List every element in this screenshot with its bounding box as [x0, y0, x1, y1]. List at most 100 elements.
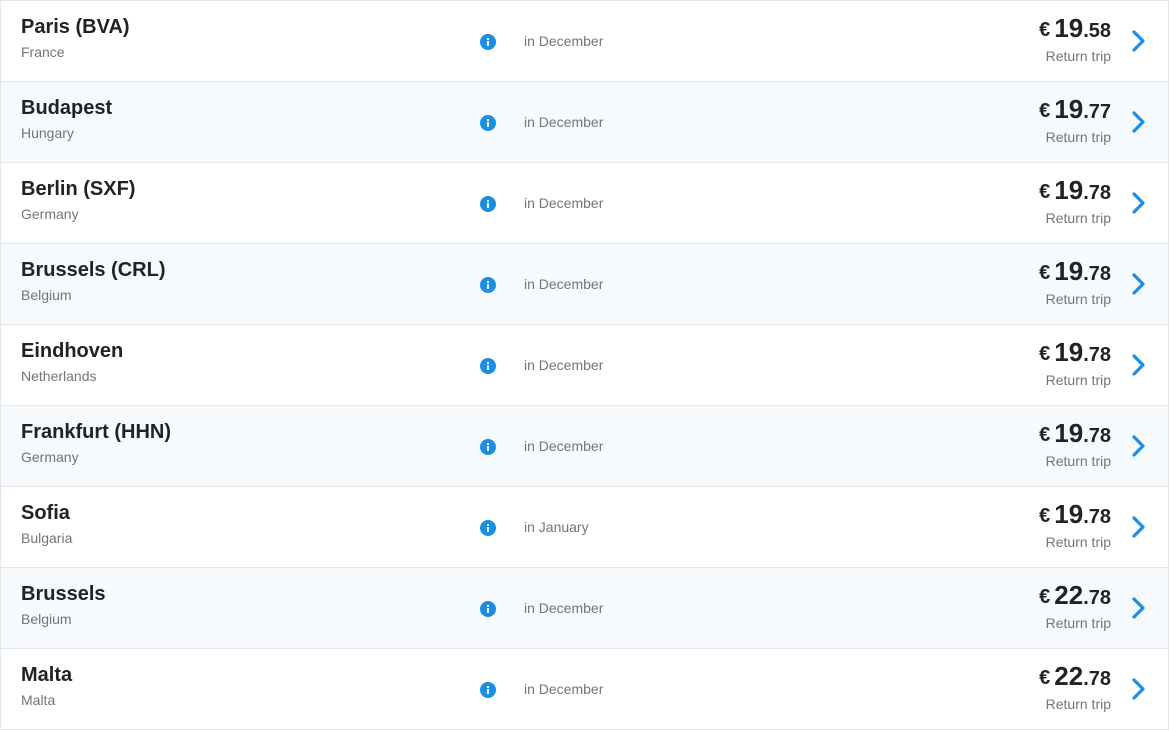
travel-period: in December [524, 681, 604, 697]
price: €19.78 [1039, 258, 1111, 284]
travel-period: in December [524, 195, 604, 211]
price-currency: € [1039, 505, 1051, 527]
destination-city: Brussels (CRL) [21, 259, 166, 281]
price-integer: 19 [1054, 499, 1084, 529]
price-decimal: .78 [1083, 344, 1111, 366]
price: €19.78 [1039, 501, 1111, 527]
price: €22.78 [1039, 582, 1111, 608]
price: €19.78 [1039, 339, 1111, 365]
trip-type: Return trip [1045, 48, 1111, 64]
price: €19.78 [1039, 177, 1111, 203]
info-icon[interactable] [480, 439, 496, 455]
info-icon[interactable] [480, 520, 496, 536]
destination-row[interactable]: Frankfurt (HHN) Germany in December €19.… [0, 405, 1169, 487]
travel-period: in December [524, 33, 604, 49]
travel-period: in December [524, 276, 604, 292]
destination-city: Eindhoven [21, 340, 124, 362]
destination-row[interactable]: Eindhoven Netherlands in December €19.78… [0, 324, 1169, 406]
destination-country: Netherlands [21, 368, 97, 384]
trip-type: Return trip [1045, 615, 1111, 631]
destination-city: Berlin (SXF) [21, 178, 136, 200]
price-currency: € [1039, 262, 1051, 284]
price-integer: 22 [1054, 580, 1084, 610]
info-icon[interactable] [480, 196, 496, 212]
info-icon[interactable] [480, 115, 496, 131]
destination-country: France [21, 44, 65, 60]
info-icon[interactable] [480, 34, 496, 50]
destination-country: Germany [21, 206, 79, 222]
trip-type: Return trip [1045, 129, 1111, 145]
price: €19.78 [1039, 420, 1111, 446]
destination-row[interactable]: Brussels (CRL) Belgium in December €19.7… [0, 243, 1169, 325]
destination-row[interactable]: Budapest Hungary in December €19.77 Retu… [0, 81, 1169, 163]
destination-country: Malta [21, 692, 56, 708]
price: €19.58 [1039, 15, 1111, 41]
destination-country: Belgium [21, 287, 72, 303]
price-integer: 19 [1054, 175, 1084, 205]
price-decimal: .77 [1083, 101, 1111, 123]
destination-city: Budapest [21, 97, 113, 119]
chevron-right-icon[interactable] [1129, 353, 1149, 377]
price-integer: 22 [1054, 661, 1084, 691]
chevron-right-icon[interactable] [1129, 596, 1149, 620]
travel-period: in December [524, 114, 604, 130]
chevron-right-icon[interactable] [1129, 677, 1149, 701]
trip-type: Return trip [1045, 372, 1111, 388]
price-integer: 19 [1054, 94, 1084, 124]
destination-country: Bulgaria [21, 530, 73, 546]
price-integer: 19 [1054, 418, 1084, 448]
destination-country: Belgium [21, 611, 72, 627]
travel-period: in December [524, 357, 604, 373]
price-currency: € [1039, 19, 1051, 41]
destination-city: Paris (BVA) [21, 16, 130, 38]
price-currency: € [1039, 343, 1051, 365]
info-icon[interactable] [480, 358, 496, 374]
price-currency: € [1039, 100, 1051, 122]
trip-type: Return trip [1045, 453, 1111, 469]
trip-type: Return trip [1045, 696, 1111, 712]
price: €22.78 [1039, 663, 1111, 689]
price-decimal: .78 [1083, 182, 1111, 204]
chevron-right-icon[interactable] [1129, 515, 1149, 539]
destination-city: Brussels [21, 583, 106, 605]
price-currency: € [1039, 181, 1051, 203]
price-integer: 19 [1054, 337, 1084, 367]
info-icon[interactable] [480, 682, 496, 698]
price-decimal: .78 [1083, 587, 1111, 609]
destination-list: Paris (BVA) France in December €19.58 Re… [0, 0, 1169, 731]
travel-period: in December [524, 438, 604, 454]
destination-country: Hungary [21, 125, 74, 141]
info-icon[interactable] [480, 601, 496, 617]
chevron-right-icon[interactable] [1129, 110, 1149, 134]
price-currency: € [1039, 586, 1051, 608]
chevron-right-icon[interactable] [1129, 191, 1149, 215]
price-decimal: .58 [1083, 20, 1111, 42]
trip-type: Return trip [1045, 291, 1111, 307]
price: €19.77 [1039, 96, 1111, 122]
chevron-right-icon[interactable] [1129, 434, 1149, 458]
price-decimal: .78 [1083, 668, 1111, 690]
travel-period: in December [524, 600, 604, 616]
destination-city: Malta [21, 664, 73, 686]
trip-type: Return trip [1045, 534, 1111, 550]
destination-row[interactable]: Paris (BVA) France in December €19.58 Re… [0, 0, 1169, 82]
destination-row[interactable]: Malta Malta in December €22.78 Return tr… [0, 648, 1169, 730]
destination-row[interactable]: Berlin (SXF) Germany in December €19.78 … [0, 162, 1169, 244]
price-currency: € [1039, 424, 1051, 446]
destination-city: Frankfurt (HHN) [21, 421, 171, 443]
price-integer: 19 [1054, 13, 1084, 43]
price-decimal: .78 [1083, 506, 1111, 528]
destination-row[interactable]: Brussels Belgium in December €22.78 Retu… [0, 567, 1169, 649]
chevron-right-icon[interactable] [1129, 29, 1149, 53]
info-icon[interactable] [480, 277, 496, 293]
trip-type: Return trip [1045, 210, 1111, 226]
price-decimal: .78 [1083, 425, 1111, 447]
price-decimal: .78 [1083, 263, 1111, 285]
chevron-right-icon[interactable] [1129, 272, 1149, 296]
destination-row[interactable]: Sofia Bulgaria in January €19.78 Return … [0, 486, 1169, 568]
destination-country: Germany [21, 449, 79, 465]
price-integer: 19 [1054, 256, 1084, 286]
price-currency: € [1039, 667, 1051, 689]
travel-period: in January [524, 519, 589, 535]
destination-city: Sofia [21, 502, 70, 524]
